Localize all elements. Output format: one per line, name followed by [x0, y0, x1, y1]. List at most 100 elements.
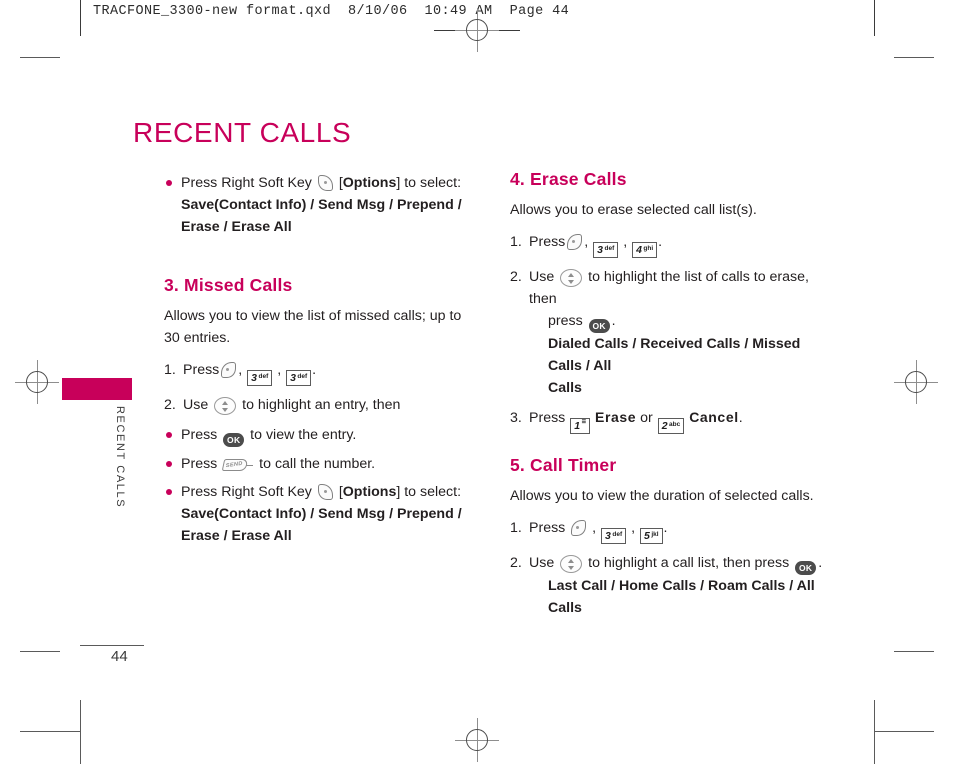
slug-rule-left	[80, 0, 81, 36]
step-post-text: press	[548, 313, 583, 330]
options-bullet-bracket-close: ] to select:	[396, 484, 462, 501]
section-heading-erase-calls: 4. Erase Calls	[510, 169, 627, 189]
slug-rule-right	[874, 0, 875, 36]
call-timer-step-2: 2. Use to highlight a call list, then pr…	[510, 552, 828, 619]
step-pre-text: Use	[183, 397, 209, 414]
options-bullet-top-press: Press Right Soft Key	[181, 175, 312, 191]
chapter-tab-label: RECENT CALLS	[114, 406, 126, 509]
key-4-ghi-icon: 4 ghi	[632, 242, 658, 259]
registration-mark-left	[15, 360, 59, 404]
step-pre-text: Use	[529, 555, 555, 572]
crop-mark-bottom-edge-right	[874, 731, 934, 732]
bullet-post-text: to view the entry.	[250, 427, 357, 444]
options-bullet-press: Press Right Soft Key	[181, 484, 312, 501]
left-soft-key-icon	[571, 520, 587, 537]
step-conjunction: or	[640, 410, 653, 427]
erase-calls-step-2-press-line: press OK.	[529, 310, 828, 334]
crop-mark-bottom-edge-left	[20, 731, 80, 732]
options-menu-line-2: Erase / Erase All	[181, 528, 292, 545]
crop-mark-top-right	[894, 57, 934, 58]
step-verb: Press	[529, 234, 566, 251]
registration-mark-bottom	[455, 718, 499, 762]
key-3-def-icon: 3 def	[593, 242, 619, 259]
step-number: 2.	[510, 269, 522, 286]
registration-mark-top	[455, 8, 499, 52]
softkey-word-erase: Erase	[595, 409, 637, 426]
missed-calls-options-bullet: Press Right Soft Key [Options] to select…	[164, 481, 464, 547]
crop-mark-bottom-right-v	[874, 700, 875, 764]
step-period: .	[658, 234, 663, 251]
crop-mark-bottom-left	[20, 651, 60, 652]
left-soft-key-icon	[567, 234, 583, 251]
missed-calls-step-2: 2. Use to highlight an entry, then	[164, 394, 464, 416]
missed-calls-intro: Allows you to view the list of missed ca…	[164, 308, 462, 347]
right-soft-key-icon	[317, 484, 333, 501]
erase-calls-step-3: 3. Press 1 ☰ Erase or 2 abc Cancel.	[510, 407, 828, 435]
erase-calls-menu-line-1: Dialed Calls / Received Calls / Missed C…	[548, 336, 801, 375]
step-period: .	[611, 313, 616, 330]
key-1-icon: 1 ☰	[570, 418, 591, 435]
missed-calls-bullet-view: Press OK to view the entry.	[164, 424, 464, 448]
send-key-icon: SEND	[221, 458, 254, 473]
options-menu-line-2: Erase / Erase All	[181, 219, 292, 235]
page-number-rule	[80, 645, 144, 646]
step-number: 2.	[164, 397, 176, 414]
up-down-navigation-icon	[560, 269, 583, 288]
key-2-abc-icon: 2 abc	[657, 418, 685, 435]
options-menu-line-1: Save(Contact Info) / Send Msg / Prepend …	[181, 197, 462, 213]
up-down-navigation-icon	[214, 397, 237, 416]
step-pre-text: Use	[529, 269, 555, 286]
step-verb: Press	[183, 362, 220, 379]
bullet-pre-text: Press	[181, 427, 218, 444]
softkey-word-cancel: Cancel	[689, 409, 739, 426]
call-timer-step-1: 1. Press , 3 def , 5 jkl.	[510, 517, 828, 545]
up-down-navigation-icon	[560, 555, 583, 574]
erase-calls-menu-line-2: Calls	[548, 380, 582, 397]
step-mid-text: to highlight a call list, then press	[588, 555, 790, 572]
chapter-tab-marker	[62, 378, 132, 400]
crop-mark-bottom-left-v	[80, 700, 81, 764]
key-3-def-icon-2: 3 def	[286, 370, 312, 387]
crop-mark-top-left	[20, 57, 60, 58]
step-number: 1.	[510, 234, 522, 251]
missed-calls-step-1: 1. Press, 3 def , 3 def.	[164, 359, 464, 387]
step-number: 1.	[164, 362, 176, 379]
right-column: 4. Erase Calls Allows you to erase selec…	[510, 166, 828, 627]
options-bullet-top: Press Right Soft Key [Options] to select…	[164, 172, 464, 238]
erase-calls-step-1: 1. Press, 3 def , 4 ghi.	[510, 231, 828, 259]
ok-key-icon: OK	[795, 561, 817, 576]
step-verb: Press	[529, 410, 566, 427]
missed-calls-bullet-call: Press SEND to call the number.	[164, 453, 464, 475]
bullet-post-text: to call the number.	[259, 456, 376, 473]
bullet-pre-text: Press	[181, 456, 218, 473]
left-soft-key-icon	[221, 362, 237, 379]
page-number: 44	[111, 648, 128, 665]
registration-mark-right	[894, 360, 938, 404]
step-verb: Press	[529, 520, 566, 537]
step-number: 1.	[510, 520, 522, 537]
call-timer-menu-line: Last Call / Home Calls / Roam Calls / Al…	[548, 578, 815, 617]
ok-key-icon: OK	[588, 319, 610, 334]
step-period: .	[818, 555, 823, 572]
left-column: Press Right Soft Key [Options] to select…	[164, 172, 464, 553]
call-timer-intro: Allows you to view the duration of selec…	[510, 488, 814, 505]
right-soft-key-icon	[317, 175, 333, 191]
erase-calls-intro: Allows you to erase selected call list(s…	[510, 202, 757, 219]
crop-mark-bottom-right	[894, 651, 934, 652]
options-bullet-top-bracket-close: ] to select:	[396, 175, 462, 191]
erase-calls-step-2: 2. Use to highlight the list of calls to…	[510, 266, 828, 399]
step-period: .	[663, 520, 668, 537]
step-post-text: to highlight an entry, then	[242, 397, 401, 414]
section-heading-missed-calls: 3. Missed Calls	[164, 275, 293, 295]
key-3-def-icon: 3 def	[247, 370, 273, 387]
step-period: .	[312, 362, 317, 379]
key-3-def-icon: 3 def	[601, 528, 627, 545]
ok-key-icon: OK	[223, 433, 245, 448]
step-period: .	[738, 410, 743, 427]
key-5-jkl-icon: 5 jkl	[639, 528, 663, 545]
options-label: Options	[342, 484, 397, 501]
options-menu-line-1: Save(Contact Info) / Send Msg / Prepend …	[181, 506, 462, 523]
step-number: 2.	[510, 555, 522, 572]
section-heading-call-timer: 5. Call Timer	[510, 455, 617, 476]
options-label: Options	[342, 175, 397, 191]
